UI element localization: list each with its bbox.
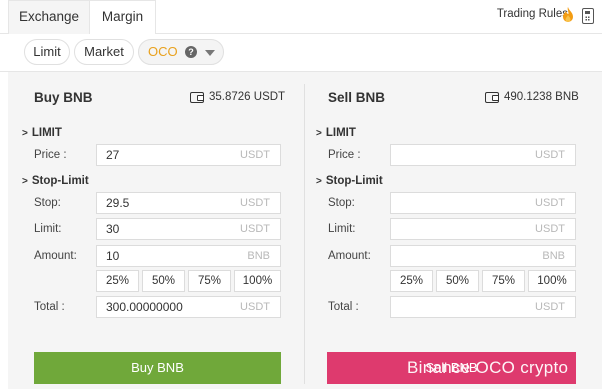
sell-amount-label: Amount:	[328, 250, 371, 262]
sell-price-label: Price :	[328, 149, 361, 161]
buy-stop-input[interactable]: 29.5 USDT	[96, 192, 281, 214]
buy-price-label: Price :	[34, 149, 67, 161]
buy-limit-label: Limit:	[34, 223, 62, 235]
sell-pct-75-button[interactable]: 75%	[482, 270, 525, 292]
sell-balance: 490.1238 BNB	[504, 91, 579, 103]
buy-balance: 35.8726 USDT	[209, 91, 286, 103]
buy-limit-input[interactable]: 30 USDT	[96, 218, 281, 240]
sell-amount-input[interactable]: BNB	[390, 245, 576, 267]
sell-stop-input[interactable]: USDT	[390, 192, 576, 214]
buy-limit-section: > LIMIT	[22, 127, 62, 139]
order-type-market[interactable]: Market	[74, 39, 134, 65]
buy-title: Buy BNB	[34, 90, 93, 105]
sell-pct-100-button[interactable]: 100%	[528, 270, 576, 292]
buy-pct-50-button[interactable]: 50%	[142, 270, 185, 292]
buy-total-label: Total :	[34, 301, 65, 313]
chevron-right-icon: >	[22, 128, 28, 139]
buy-pct-75-button[interactable]: 75%	[188, 270, 231, 292]
order-type-bar: Limit Market OCO ?	[0, 34, 602, 72]
sell-pct-25-button[interactable]: 25%	[390, 270, 433, 292]
buy-stop-limit-section: > Stop-Limit	[22, 175, 89, 187]
sell-limit-label: Limit:	[328, 223, 356, 235]
sell-limit-input[interactable]: USDT	[390, 218, 576, 240]
sell-stop-label: Stop:	[328, 197, 355, 209]
sell-pct-50-button[interactable]: 50%	[436, 270, 479, 292]
wallet-icon	[190, 92, 204, 103]
caret-down-icon[interactable]	[205, 50, 215, 56]
buy-price-input[interactable]: 27 USDT	[96, 144, 281, 166]
calculator-icon[interactable]	[582, 8, 594, 24]
sell-title: Sell BNB	[328, 90, 386, 105]
sell-price-input[interactable]: USDT	[390, 144, 576, 166]
order-type-limit[interactable]: Limit	[24, 39, 70, 65]
sell-stop-limit-section: > Stop-Limit	[316, 175, 383, 187]
wallet-icon	[485, 92, 499, 103]
sell-total-label: Total :	[328, 301, 359, 313]
buy-pct-100-button[interactable]: 100%	[234, 270, 281, 292]
chevron-right-icon: >	[316, 128, 322, 139]
buy-pct-25-button[interactable]: 25%	[96, 270, 139, 292]
help-icon[interactable]: ?	[185, 46, 197, 58]
top-bar: Exchange Margin Trading Rules	[0, 0, 602, 34]
buy-amount-input[interactable]: 10 BNB	[96, 245, 281, 267]
order-type-oco-label: OCO	[148, 44, 178, 59]
buy-button[interactable]: Buy BNB	[34, 352, 281, 384]
order-type-oco[interactable]: OCO ?	[138, 39, 224, 65]
trading-rules-link[interactable]: Trading Rules	[497, 8, 568, 20]
panel-divider	[304, 84, 305, 384]
fire-icon	[563, 7, 573, 22]
chevron-right-icon: >	[316, 176, 322, 187]
buy-total-input[interactable]: 300.00000000 USDT	[96, 296, 281, 318]
chevron-right-icon: >	[22, 176, 28, 187]
tab-exchange[interactable]: Exchange	[8, 0, 90, 34]
watermark-caption: Binance OCO crypto	[407, 358, 569, 377]
buy-stop-label: Stop:	[34, 197, 61, 209]
sell-total-input[interactable]: USDT	[390, 296, 576, 318]
sell-limit-section: > LIMIT	[316, 127, 356, 139]
buy-amount-label: Amount:	[34, 250, 77, 262]
tab-margin[interactable]: Margin	[90, 0, 156, 34]
